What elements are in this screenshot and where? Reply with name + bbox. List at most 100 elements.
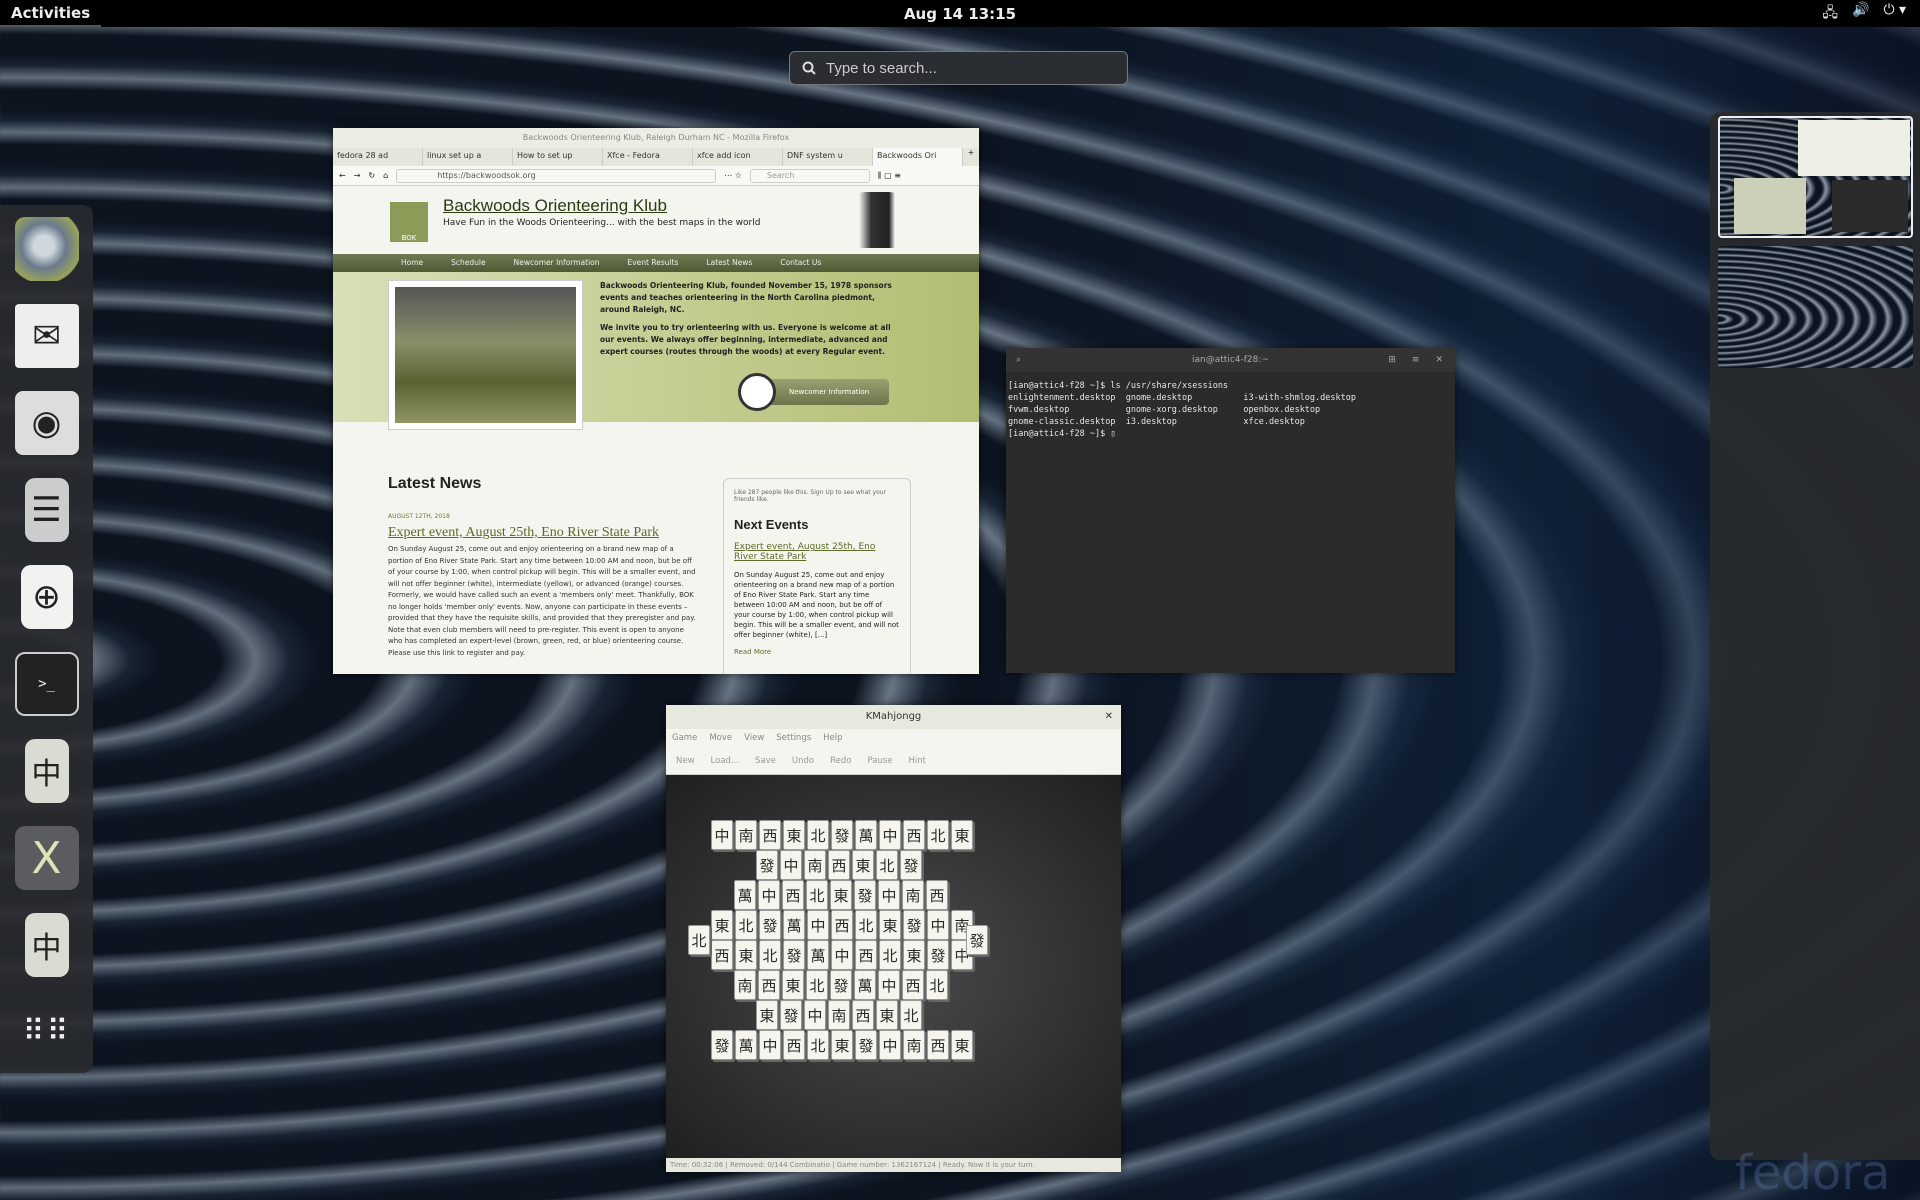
redo-button[interactable]: Redo: [830, 747, 851, 774]
speaker-icon[interactable]: ◉: [14, 391, 79, 455]
mahjongg-tile[interactable]: 發: [966, 925, 988, 955]
mahjongg-tile[interactable]: 東: [756, 1000, 778, 1030]
mahjongg-tile[interactable]: 發: [903, 910, 925, 940]
kmahjongg-window[interactable]: KMahjongg ✕ Game Move View Settings Help …: [666, 705, 1121, 1172]
mahjongg-tile[interactable]: 南: [903, 1030, 925, 1060]
mahjongg-tile[interactable]: 東: [830, 880, 852, 910]
mahjongg-tile[interactable]: 東: [852, 850, 874, 880]
mahjongg-tile[interactable]: 中: [927, 910, 949, 940]
firefox-window[interactable]: Backwoods Orienteering Klub, Raleigh Dur…: [333, 128, 979, 674]
mahjongg-tile[interactable]: 西: [903, 820, 925, 850]
kmahjongg-icon[interactable]: 中: [24, 913, 69, 977]
mahjongg-tile[interactable]: 中: [879, 1030, 901, 1060]
search-icon[interactable]: ⌕: [1016, 355, 1021, 365]
mahjongg-tile[interactable]: 中: [878, 970, 900, 1000]
mahjongg-tile[interactable]: 萬: [735, 1030, 757, 1060]
bok-logo[interactable]: BOK: [390, 202, 428, 242]
software-bag-icon[interactable]: ⊕: [20, 565, 73, 629]
mahjongg-tile[interactable]: 北: [806, 970, 828, 1000]
menu-move[interactable]: Move: [709, 729, 732, 747]
undo-button[interactable]: Undo: [792, 747, 814, 774]
mahjongg-tile[interactable]: 發: [900, 850, 922, 880]
menu-icon[interactable]: ≡: [1412, 355, 1420, 365]
mahjongg-tile[interactable]: 北: [876, 850, 898, 880]
new-button[interactable]: New: [676, 747, 695, 774]
mahjongg-tile[interactable]: 中: [807, 910, 829, 940]
mahjongg-tile[interactable]: 北: [688, 925, 710, 955]
mahjongg-tile[interactable]: 發: [855, 1030, 877, 1060]
mahjongg-tile[interactable]: 西: [855, 940, 877, 970]
save-button[interactable]: Save: [755, 747, 776, 774]
mahjongg-tile[interactable]: 西: [926, 880, 948, 910]
mahjongg-tile[interactable]: 北: [927, 820, 949, 850]
files-icon[interactable]: ☰: [24, 478, 69, 542]
mahjongg-tile[interactable]: 南: [902, 880, 924, 910]
mahjongg-tile[interactable]: 發: [783, 940, 805, 970]
activities-button[interactable]: Activities: [0, 0, 102, 27]
mahjongg-tile[interactable]: 北: [807, 1030, 829, 1060]
xfce-icon[interactable]: X: [14, 826, 79, 890]
load-button[interactable]: Load...: [711, 747, 740, 774]
mahjongg-tile[interactable]: 中: [878, 880, 900, 910]
network-icon[interactable]: 🖧: [1822, 2, 1838, 26]
library-icon[interactable]: ⫼ ▢ ≡: [878, 171, 901, 181]
window-thumbnail[interactable]: [1734, 178, 1806, 234]
mahjongg-tile[interactable]: 南: [735, 820, 757, 850]
nav-newcomer[interactable]: Newcomer Information: [514, 254, 600, 272]
mahjongg-tile[interactable]: 發: [830, 970, 852, 1000]
overview-search[interactable]: [789, 51, 1128, 85]
browser-tab[interactable]: linux set up a: [423, 148, 513, 166]
mahjongg-icon[interactable]: 中: [24, 739, 69, 803]
mahjongg-tile[interactable]: 發: [780, 1000, 802, 1030]
terminal-output[interactable]: [ian@attic4-f28 ~]$ ls /usr/share/xsessi…: [1006, 372, 1455, 448]
mahjongg-tile[interactable]: 發: [927, 940, 949, 970]
facebook-like[interactable]: Like 287 people like this. Sign Up to se…: [734, 489, 900, 503]
system-tray[interactable]: 🖧 🔊 ⏻ ▾: [1822, 2, 1906, 26]
mahjongg-tile[interactable]: 發: [759, 910, 781, 940]
volume-icon[interactable]: 🔊: [1852, 2, 1869, 26]
mahjongg-tile[interactable]: 東: [782, 970, 804, 1000]
mahjongg-tile[interactable]: 北: [900, 1000, 922, 1030]
back-icon[interactable]: ←: [339, 171, 346, 180]
nav-news[interactable]: Latest News: [706, 254, 752, 272]
mahjongg-tile[interactable]: 北: [855, 910, 877, 940]
close-icon[interactable]: ✕: [1435, 355, 1443, 365]
mahjongg-tile[interactable]: 西: [758, 970, 780, 1000]
mahjongg-tile[interactable]: 東: [711, 910, 733, 940]
mahjongg-tile[interactable]: 西: [783, 1030, 805, 1060]
mahjongg-tile[interactable]: 東: [831, 1030, 853, 1060]
mahjongg-tile[interactable]: 中: [879, 820, 901, 850]
mahjongg-tile[interactable]: 西: [711, 940, 733, 970]
show-applications-icon[interactable]: ⠿⠿: [15, 1000, 79, 1064]
nav-schedule[interactable]: Schedule: [451, 254, 485, 272]
mahjongg-tile[interactable]: 萬: [783, 910, 805, 940]
read-more-link[interactable]: Read More: [734, 648, 900, 656]
mahjongg-tile[interactable]: 發: [711, 1030, 733, 1060]
hint-button[interactable]: Hint: [909, 747, 926, 774]
mahjongg-tile[interactable]: 西: [782, 880, 804, 910]
menu-view[interactable]: View: [744, 729, 764, 747]
mahjongg-tile[interactable]: 東: [735, 940, 757, 970]
mahjongg-tile[interactable]: 萬: [807, 940, 829, 970]
nav-results[interactable]: Event Results: [628, 254, 679, 272]
mahjongg-tile[interactable]: 東: [879, 910, 901, 940]
browser-tab[interactable]: How to set up: [513, 148, 603, 166]
mahjongg-tile[interactable]: 中: [831, 940, 853, 970]
clock[interactable]: Aug 14 13:15: [904, 5, 1016, 23]
mahjongg-tile[interactable]: 西: [828, 850, 850, 880]
mahjongg-tile[interactable]: 南: [734, 970, 756, 1000]
mahjongg-tile[interactable]: 北: [879, 940, 901, 970]
mahjongg-tile[interactable]: 北: [806, 880, 828, 910]
mahjongg-tile[interactable]: 南: [828, 1000, 850, 1030]
mahjongg-tile[interactable]: 萬: [854, 970, 876, 1000]
search-input[interactable]: [826, 59, 1086, 77]
browser-tab[interactable]: Xfce - Fedora: [603, 148, 693, 166]
mahjongg-tile[interactable]: 發: [756, 850, 778, 880]
mahjongg-tile[interactable]: 中: [758, 880, 780, 910]
mahjongg-tile[interactable]: 東: [951, 1030, 973, 1060]
new-tab-icon[interactable]: ⊞: [1388, 355, 1396, 365]
mahjongg-tile[interactable]: 北: [759, 940, 781, 970]
mahjongg-tile[interactable]: 北: [926, 970, 948, 1000]
browser-tab[interactable]: DNF system u: [783, 148, 873, 166]
mahjongg-tile[interactable]: 發: [854, 880, 876, 910]
